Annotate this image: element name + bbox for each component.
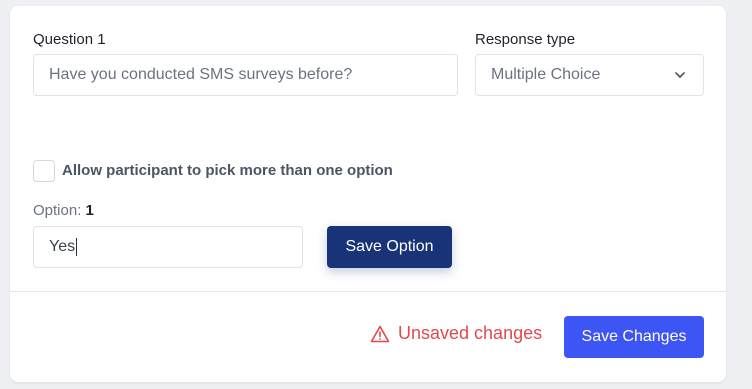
unsaved-changes-status: Unsaved changes xyxy=(370,323,542,344)
option-label: Option: 1 xyxy=(33,202,94,219)
unsaved-changes-text: Unsaved changes xyxy=(398,323,543,343)
chevron-down-icon xyxy=(675,72,685,78)
option-number: 1 xyxy=(85,202,94,219)
option-value: Yes xyxy=(49,238,76,255)
save-changes-button[interactable]: Save Changes xyxy=(564,316,704,358)
question-label: Question 1 xyxy=(33,31,106,48)
question-editor-card: Question 1 Have you conducted SMS survey… xyxy=(10,6,726,382)
multi-select-label[interactable]: Allow participant to pick more than one … xyxy=(62,162,393,179)
question-input[interactable]: Have you conducted SMS surveys before? xyxy=(33,54,458,96)
question-placeholder: Have you conducted SMS surveys before? xyxy=(49,66,353,83)
warning-triangle-icon xyxy=(370,325,390,342)
response-type-label: Response type xyxy=(475,31,576,48)
response-type-select[interactable]: Multiple Choice xyxy=(475,54,704,96)
option-input[interactable]: Yes xyxy=(33,226,303,268)
multi-select-checkbox[interactable] xyxy=(33,160,55,182)
save-option-button[interactable]: Save Option xyxy=(327,226,452,268)
response-type-value: Multiple Choice xyxy=(491,66,601,83)
option-label-prefix: Option: xyxy=(33,202,82,219)
footer-divider xyxy=(10,291,726,292)
text-caret xyxy=(76,238,78,256)
